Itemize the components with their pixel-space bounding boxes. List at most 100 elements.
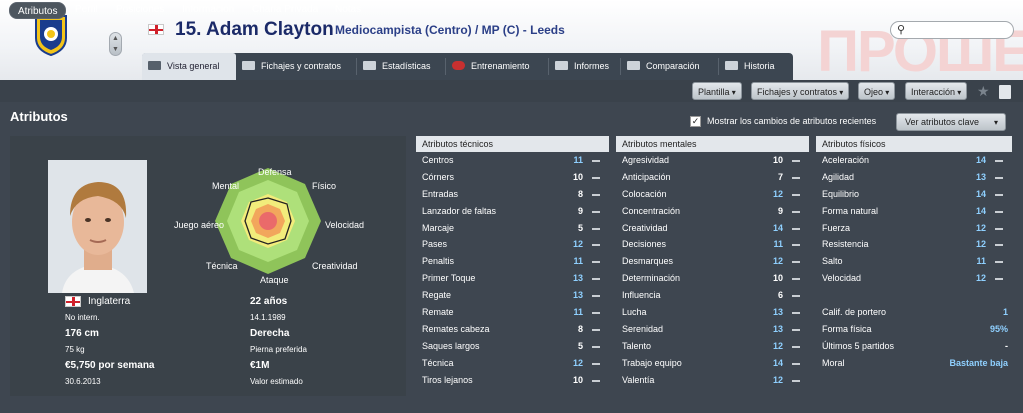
attribute-name: Valentía [622, 374, 655, 385]
attribute-name: Remates cabeza [422, 323, 490, 334]
attribute-row[interactable]: Agilidad 13 [816, 169, 1012, 186]
attribute-row[interactable]: Remates cabeza 8 [416, 321, 609, 338]
attribute-row[interactable]: Agresividad 10 [616, 152, 809, 169]
attribute-row[interactable]: Lanzador de faltas 9 [416, 203, 609, 220]
tab-training[interactable]: Entrenamiento [446, 53, 549, 80]
preferred-foot-label: Pierna preferida [250, 345, 307, 354]
attribute-value: 11 [573, 155, 583, 165]
show-changes-checkbox[interactable]: ✓ [690, 116, 701, 127]
attribute-row[interactable]: Resistencia 12 [816, 236, 1012, 253]
trend-dash-icon [592, 227, 600, 230]
attribute-row[interactable]: Primer Toque 13 [416, 270, 609, 287]
attribute-row[interactable]: Anticipación 7 [616, 169, 809, 186]
attribute-row[interactable]: Creatividad 14 [616, 220, 809, 237]
attribute-row[interactable]: Colocación 12 [616, 186, 809, 203]
attribute-row[interactable]: Equilibrio 14 [816, 186, 1012, 203]
attribute-row[interactable]: Tiros lejanos 10 [416, 372, 609, 389]
attribute-row[interactable]: Trabajo equipo 14 [616, 355, 809, 372]
attribute-row[interactable]: Serenidad 13 [616, 321, 809, 338]
attribute-row[interactable]: Córners 10 [416, 169, 609, 186]
attribute-row[interactable]: Saques largos 5 [416, 338, 609, 355]
attribute-row[interactable]: Desmarques 12 [616, 253, 809, 270]
attribute-row[interactable]: Fuerza 12 [816, 220, 1012, 237]
trend-dash-icon [592, 210, 600, 213]
trend-dash-icon [792, 362, 800, 365]
attribute-value: 14 [772, 357, 783, 368]
mental-header: Atributos mentales [616, 136, 809, 152]
attribute-row[interactable]: Velocidad 12 [816, 270, 1012, 287]
trend-dash-icon [995, 176, 1003, 179]
attribute-row[interactable]: Influencia 6 [616, 287, 809, 304]
attribute-row[interactable]: Penaltis 11 [416, 253, 609, 270]
attribute-row[interactable]: Aceleración 14 [816, 152, 1012, 169]
attribute-row[interactable]: Valentía 12 [616, 372, 809, 389]
extra-stat-row: Últimos 5 partidos - [816, 338, 1012, 355]
player-role[interactable]: Mediocampista (Centro) / MP (C) - Leeds [335, 23, 565, 37]
extra-stat-name: Moral [822, 358, 845, 368]
trend-dash-icon [592, 345, 600, 348]
trend-dash-icon [592, 261, 600, 264]
attribute-row[interactable]: Forma natural 14 [816, 203, 1012, 220]
compare-icon [627, 61, 640, 70]
attribute-value: 12 [975, 273, 986, 284]
attribute-row[interactable]: Remate 11 [416, 304, 609, 321]
attribute-name: Colocación [622, 188, 667, 199]
attribute-row[interactable]: Concentración 9 [616, 203, 809, 220]
report-icon [555, 61, 568, 70]
attribute-value: 12 [772, 340, 783, 351]
tab-overview[interactable]: Vista general [142, 53, 236, 80]
attribute-row[interactable]: Entradas 8 [416, 186, 609, 203]
attribute-name: Creatividad [622, 222, 668, 233]
subnav-profile[interactable]: Perfil [75, 4, 98, 15]
tab-history[interactable]: Historia [719, 53, 793, 80]
extra-stat-name: Forma física [822, 324, 872, 334]
attribute-row[interactable]: Centros 11 [416, 152, 609, 169]
trend-dash-icon [592, 193, 600, 196]
attribute-row[interactable]: Decisiones 11 [616, 236, 809, 253]
attribute-row[interactable]: Pases 12 [416, 236, 609, 253]
training-icon [452, 61, 465, 70]
attribute-row[interactable]: Talento 12 [616, 338, 809, 355]
search-input[interactable]: ⚲ [890, 21, 1014, 39]
squad-dropdown[interactable]: Plantilla [692, 82, 742, 100]
tab-stats[interactable]: Estadísticas [357, 53, 446, 80]
player-switcher[interactable]: ▲ ▼ [109, 32, 122, 56]
tab-bar: Vista general Fichajes y contratos Estad… [142, 53, 793, 80]
attribute-row[interactable]: Salto 11 [816, 253, 1012, 270]
attribute-name: Trabajo equipo [622, 357, 682, 368]
star-icon[interactable]: ★ [977, 83, 990, 100]
tab-compare[interactable]: Comparación [621, 53, 719, 80]
notes-icon[interactable] [999, 85, 1011, 99]
attribute-name: Resistencia [822, 239, 869, 250]
transfers-dropdown[interactable]: Fichajes y contratos [751, 82, 850, 100]
scouting-dropdown[interactable]: Ojeo [858, 82, 896, 100]
trend-dash-icon [792, 295, 800, 298]
trend-dash-icon [592, 295, 600, 298]
subnav-private-chat[interactable]: Charla Privada [252, 4, 318, 15]
attribute-row[interactable]: Determinación 10 [616, 270, 809, 287]
search-icon: ⚲ [897, 24, 906, 36]
tab-reports[interactable]: Informes [549, 53, 621, 80]
age: 22 años [250, 296, 288, 307]
attribute-value: 13 [772, 323, 783, 334]
attribute-name: Regate [422, 290, 452, 301]
attribute-row[interactable]: Técnica 12 [416, 355, 609, 372]
attribute-row[interactable]: Marcaje 5 [416, 220, 609, 237]
attribute-value: 8 [577, 323, 583, 334]
subnav-info[interactable]: Información [182, 4, 234, 15]
view-key-attributes-button[interactable]: Ver atributos clave [896, 113, 1006, 131]
radar-label-defense: Defensa [258, 167, 292, 177]
subnav-attributes[interactable]: Atributos [9, 2, 67, 19]
nationality[interactable]: Inglaterra [88, 296, 130, 307]
interaction-dropdown[interactable]: Interacción [905, 82, 968, 100]
attribute-row[interactable]: Lucha 13 [616, 304, 809, 321]
subnav-positions[interactable]: Posiciones [116, 4, 164, 15]
attribute-name: Fuerza [822, 222, 851, 233]
radar-label-creativity: Creatividad [312, 261, 358, 271]
attribute-row[interactable]: Regate 13 [416, 287, 609, 304]
trend-dash-icon [792, 227, 800, 230]
trend-dash-icon [592, 362, 600, 365]
subnav-notes[interactable]: Notas [335, 4, 361, 15]
attribute-name: Velocidad [822, 273, 862, 284]
tab-transfers[interactable]: Fichajes y contratos [236, 53, 357, 80]
